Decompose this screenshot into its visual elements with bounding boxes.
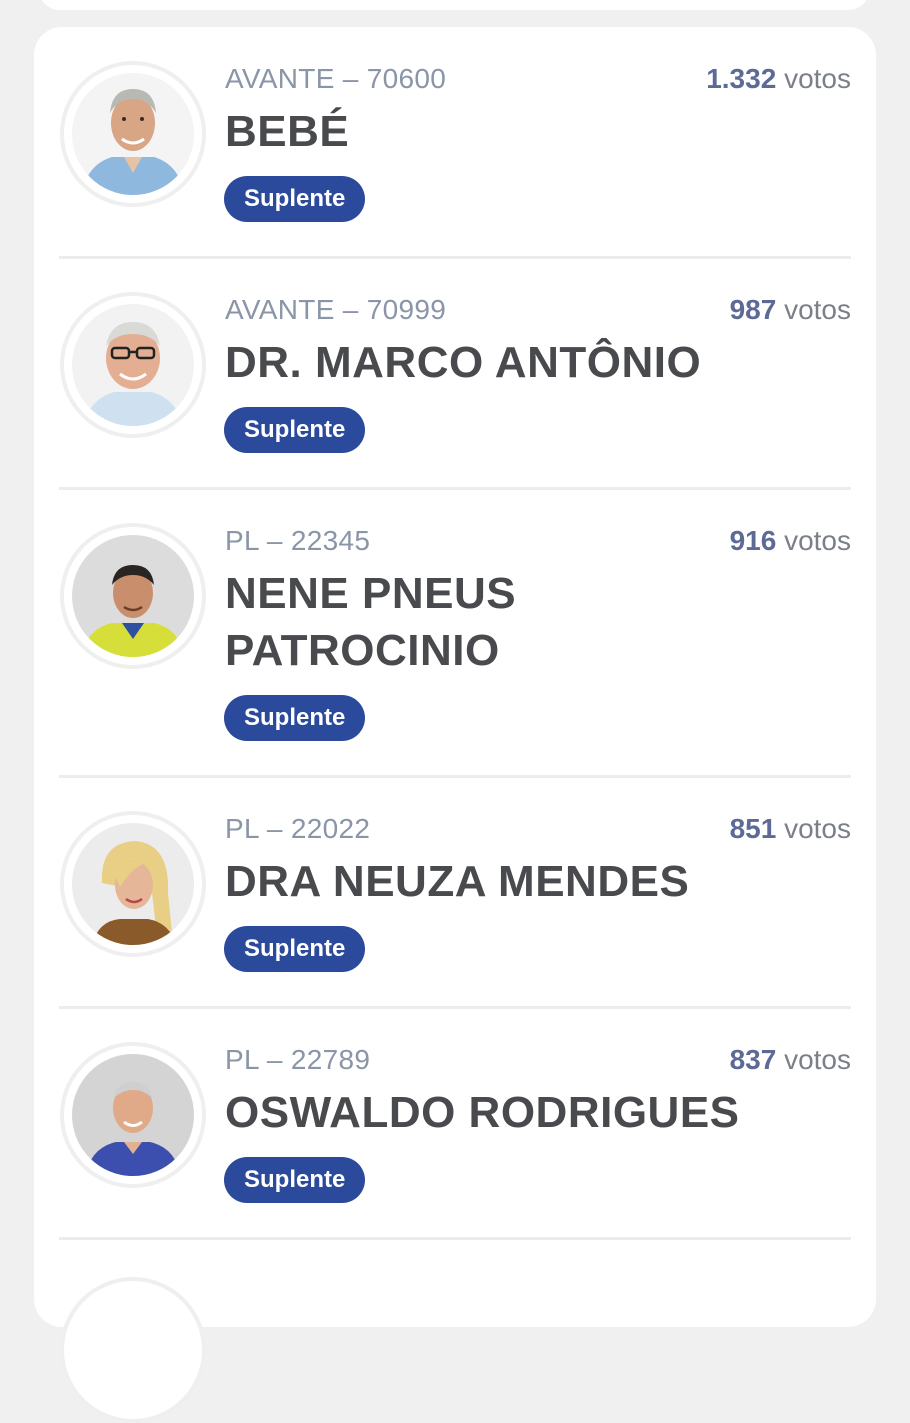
avatar: [60, 1042, 206, 1188]
vote-count: 916 votos: [730, 525, 851, 557]
vote-label: votos: [784, 525, 851, 556]
candidate-name-line-2: PATROCINIO: [225, 626, 500, 675]
candidate-name: BEBÉ: [225, 107, 350, 156]
vote-label: votos: [784, 813, 851, 844]
previous-card-edge: [38, 0, 870, 10]
candidate-item[interactable]: PL – 22345 916 votos NENE PNEUS PATROCIN…: [59, 490, 851, 778]
candidate-photo: [72, 535, 194, 657]
divider: [59, 1237, 851, 1240]
candidate-item[interactable]: AVANTE – 70600 1.332 votos BEBÉ Suplente: [59, 27, 851, 259]
party-number: AVANTE – 70600: [225, 63, 447, 94]
candidate-name-line-1: NENE PNEUS: [225, 569, 517, 618]
candidate-name: DRA NEUZA MENDES: [225, 857, 690, 906]
candidate-item[interactable]: PL – 22022 851 votos DRA NEUZA MENDES Su…: [59, 778, 851, 1009]
party-number: PL – 22789: [225, 1044, 371, 1075]
vote-count: 851 votos: [730, 813, 851, 845]
vote-label: votos: [784, 1044, 851, 1075]
vote-count: 987 votos: [730, 294, 851, 326]
avatar: [60, 1277, 206, 1423]
avatar: [60, 292, 206, 438]
party-number: PL – 22022: [225, 813, 371, 844]
status-badge: Suplente: [224, 926, 366, 972]
avatar: [60, 811, 206, 957]
status-badge: Suplente: [224, 695, 366, 741]
avatar: [60, 61, 206, 207]
vote-number: 916: [729, 525, 777, 556]
candidate-photo: [72, 304, 194, 426]
party-number: AVANTE – 70999: [225, 294, 447, 325]
candidate-item[interactable]: AVANTE – 70999 987 votos DR. MARCO ANTÔN…: [59, 259, 851, 490]
vote-number: 987: [729, 294, 777, 325]
candidate-photo: [72, 823, 194, 945]
vote-count: 837 votos: [730, 1044, 851, 1076]
candidate-photo: [72, 73, 194, 195]
vote-number: 837: [729, 1044, 777, 1075]
candidate-name: OSWALDO RODRIGUES: [225, 1088, 740, 1137]
vote-label: votos: [784, 63, 851, 94]
vote-label: votos: [784, 294, 851, 325]
vote-number: 1.332: [706, 63, 777, 94]
status-badge: Suplente: [224, 1157, 366, 1203]
candidate-photo: [72, 1054, 194, 1176]
vote-number: 851: [729, 813, 777, 844]
party-number: PL – 22345: [225, 525, 371, 556]
vote-count: 1.332 votos: [706, 63, 851, 95]
status-badge: Suplente: [224, 407, 366, 453]
avatar: [60, 523, 206, 669]
candidate-item[interactable]: PL – 22789 837 votos OSWALDO RODRIGUES S…: [59, 1009, 851, 1240]
candidate-name: DR. MARCO ANTÔNIO: [225, 338, 702, 387]
status-badge: Suplente: [224, 176, 366, 222]
results-card: AVANTE – 70600 1.332 votos BEBÉ Suplente: [34, 27, 876, 1423]
